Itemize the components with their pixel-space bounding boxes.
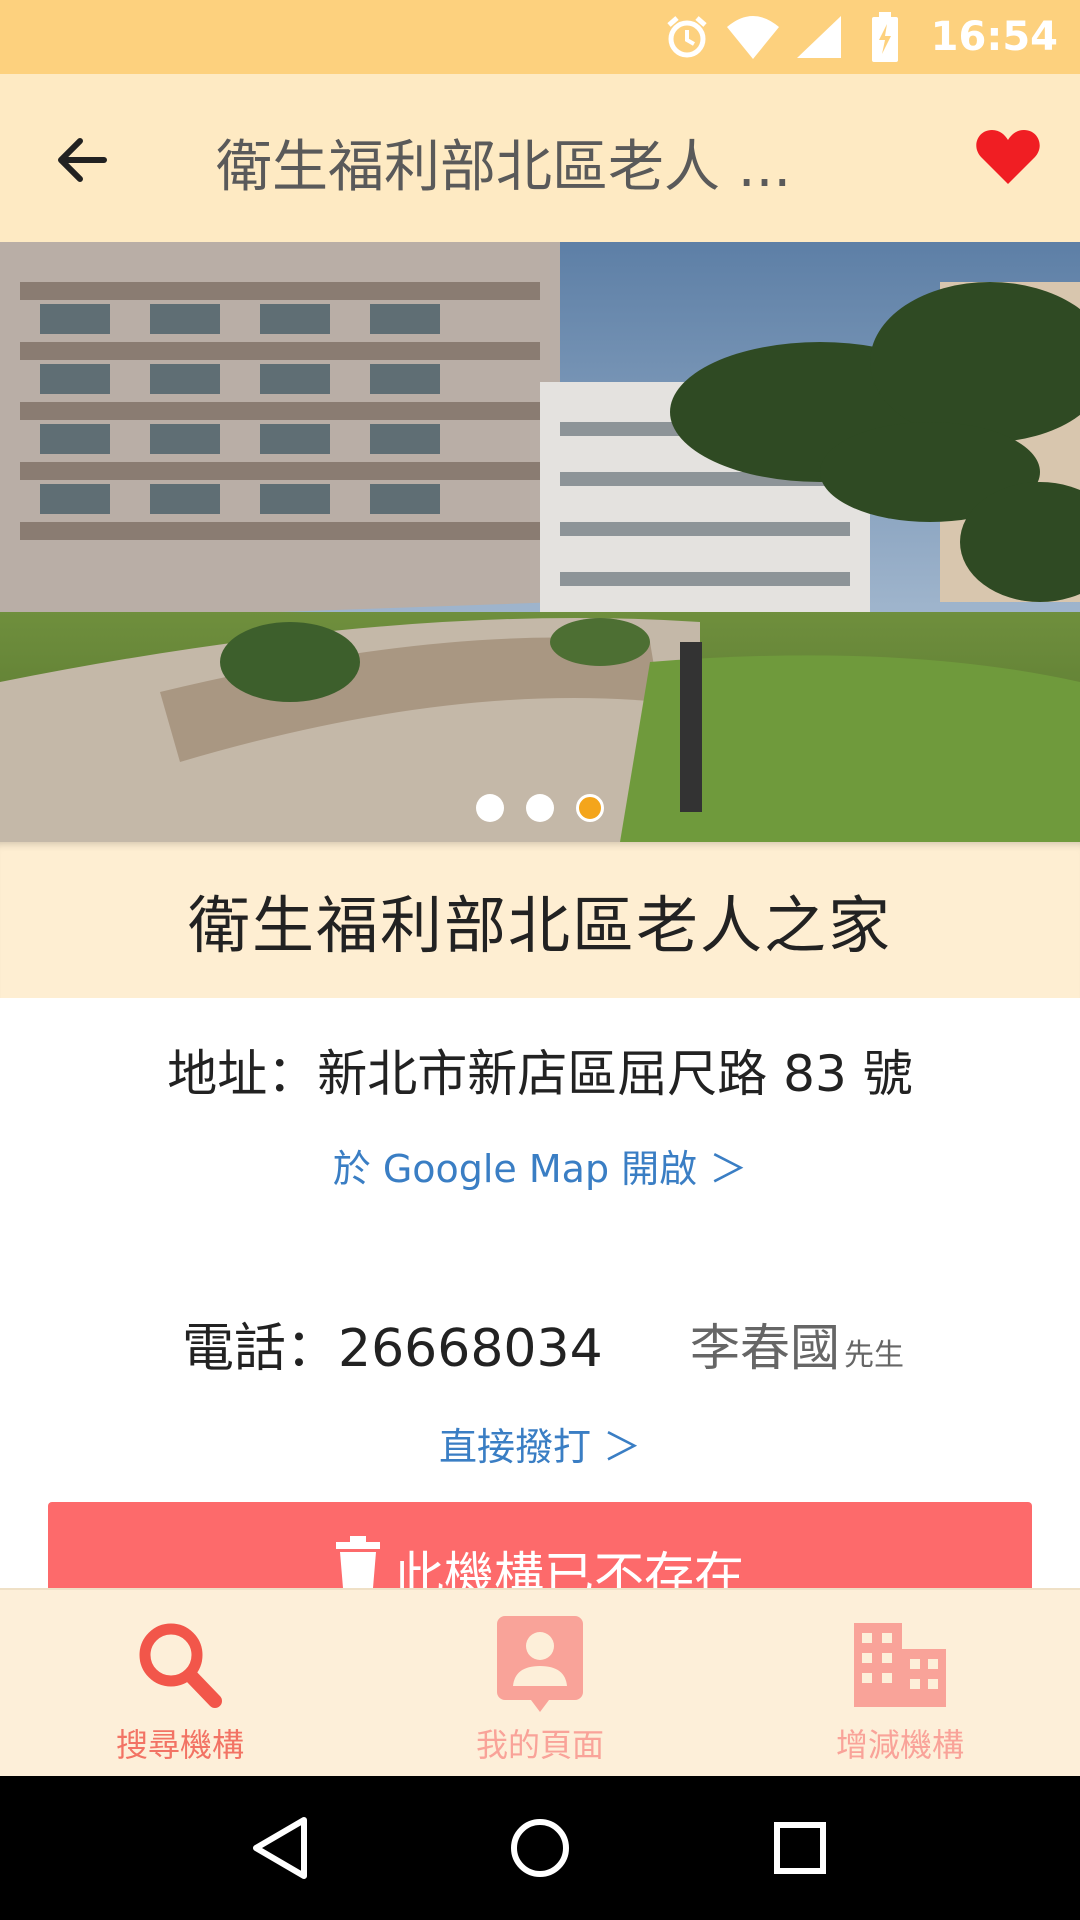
bottom-nav: 搜尋機構 我的頁面 增減機構	[0, 1588, 1080, 1776]
home-circle-icon[interactable]	[495, 1803, 585, 1893]
back-button[interactable]	[42, 120, 122, 200]
contact-title: 先生	[844, 1338, 904, 1373]
screen: 16:54 衛生福利部北區老人 ... 衛生福利部北區老人之家 地址：新北市新店…	[0, 0, 1080, 1920]
building-courtyard-photo	[0, 242, 1080, 842]
nav-my-page[interactable]: 我的頁面	[360, 1590, 720, 1776]
contact-person: 李春國 先生	[690, 1308, 904, 1380]
arrow-left-icon	[58, 138, 107, 182]
status-bar: 16:54	[0, 0, 1080, 74]
facility-name: 衛生福利部北區老人之家	[187, 889, 892, 962]
alarm-icon	[661, 11, 713, 63]
signal-icon	[793, 11, 845, 63]
favorite-button[interactable]	[958, 112, 1058, 202]
nav-search[interactable]: 搜尋機構	[0, 1590, 360, 1776]
heart-icon	[976, 130, 1040, 184]
app-bar: 衛生福利部北區老人 ...	[0, 74, 1080, 242]
nav-search-label: 搜尋機構	[115, 1726, 244, 1764]
recents-square-icon[interactable]	[755, 1803, 845, 1893]
trash-icon	[336, 1536, 380, 1588]
direct-call-link[interactable]: 直接撥打 ＞	[0, 1416, 1080, 1471]
wifi-icon	[726, 11, 779, 63]
nav-my-page-label: 我的頁面	[475, 1726, 604, 1764]
photo-carousel[interactable]	[0, 242, 1080, 842]
nav-manage-facilities-label: 增減機構	[835, 1726, 964, 1764]
carousel-dot[interactable]	[476, 794, 504, 822]
contact-name: 李春國	[690, 1319, 840, 1377]
nav-manage-facilities[interactable]: 增減機構	[720, 1590, 1080, 1776]
facility-address: 地址：新北市新店區屈尺路 83 號	[167, 1045, 913, 1103]
system-nav-bar	[0, 1776, 1080, 1920]
carousel-indicators	[0, 794, 1080, 826]
battery-charging-icon	[859, 11, 911, 63]
facility-name-band: 衛生福利部北區老人之家	[0, 842, 1080, 998]
status-time: 16:54	[930, 14, 1058, 60]
facility-phone: 電話：26668034	[182, 1319, 603, 1379]
contact-row: 電話：26668034 李春國 先生	[182, 1306, 922, 1379]
search-icon	[130, 1614, 230, 1714]
back-triangle-icon[interactable]	[235, 1803, 325, 1893]
building-icon	[850, 1614, 950, 1714]
carousel-dot-active[interactable]	[576, 794, 604, 822]
profile-icon	[490, 1614, 590, 1714]
carousel-dot[interactable]	[526, 794, 554, 822]
open-google-map-link[interactable]: 於 Google Map 開啟 ＞	[0, 1138, 1080, 1193]
page-title: 衛生福利部北區老人 ...	[216, 135, 792, 200]
